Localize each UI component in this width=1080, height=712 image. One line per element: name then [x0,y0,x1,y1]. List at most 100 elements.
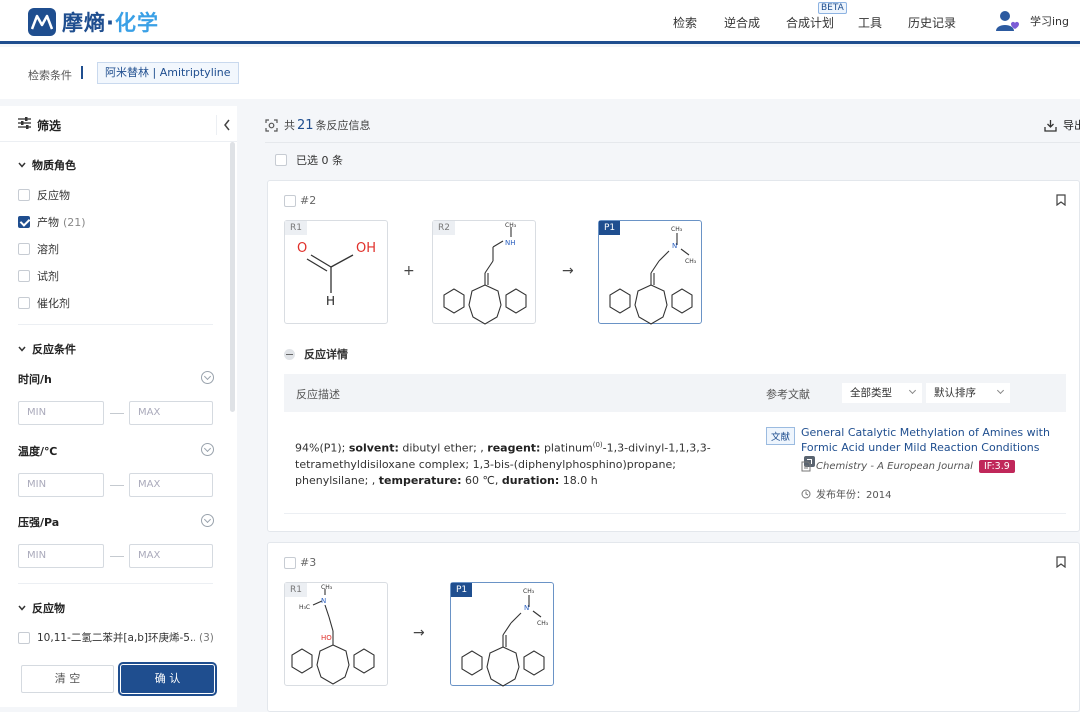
role-option-solvent[interactable]: 溶剂 [18,241,59,257]
checkbox[interactable] [18,270,30,282]
checkbox[interactable] [18,189,30,201]
temperature-min-input[interactable]: MIN [18,473,104,497]
reaction-checkbox[interactable] [284,194,296,207]
product-molecule-card[interactable]: P1 N CH₃ CH₃ [450,582,554,687]
molecule-card[interactable]: R1 O OH H [284,220,388,324]
plus-sign: + [403,263,415,279]
nav-history[interactable]: 历史记录 [908,14,956,31]
structure-drawing: N CH₃ CH₃ [461,588,549,687]
condition-section-header[interactable]: 反应条件 [18,341,76,357]
select-all-checkbox[interactable] [275,154,287,166]
chevron-down-icon [908,386,917,395]
svg-text:N: N [672,242,677,250]
nav-retrosynthesis[interactable]: 逆合成 [724,14,760,31]
brand-mark-icon [28,8,56,36]
svg-text:N: N [524,604,529,612]
reaction-checkbox[interactable] [284,556,296,569]
structure-drawing: NH CH₃ [443,222,527,325]
pressure-expand-icon[interactable] [201,514,214,527]
checkbox-checked[interactable] [18,216,30,228]
range-dash [110,485,124,486]
sort-select[interactable]: 默认排序 [926,383,1010,403]
download-icon [1044,119,1057,132]
reaction-description: 94%(P1); solvent: dibutyl ether; , reage… [295,441,711,487]
nav-synthesis-plan[interactable]: 合成计划 [786,14,834,31]
reaction-details-toggle[interactable]: 反应详情 [284,346,348,362]
publish-year: 发布年份：2014 [816,490,892,501]
selected-count: 已选 0 条 [296,154,343,167]
sidebar-scrollbar[interactable] [230,142,235,412]
role-option-reagent[interactable]: 试剂 [18,268,59,284]
pressure-min-input[interactable]: MIN [18,544,104,568]
molecule-card[interactable]: R1 N CH₃ H₃C HO [284,582,388,686]
product-molecule-card[interactable]: P1 N CH₃ CH₃ [598,220,702,325]
clock-icon [801,489,811,498]
export-button[interactable]: 导出 [1044,117,1080,133]
reactant-section-header[interactable]: 反应物 [18,600,65,616]
confirm-button[interactable]: 确 认 [118,662,217,696]
nav-search[interactable]: 检索 [673,14,697,31]
svg-text:O: O [297,241,307,256]
chevron-down-icon [18,346,26,352]
brand-logo[interactable]: 摩熵·化学 [28,7,159,37]
scan-icon [265,118,278,132]
role-option-label: 溶剂 [37,243,59,256]
criteria-tag[interactable]: 阿米替林 | Amitriptyline [97,62,239,84]
brand-name: 摩熵 [62,11,106,35]
checkbox[interactable] [18,243,30,255]
impact-factor-badge: IF:3.9 [978,460,1015,473]
user-menu[interactable]: 学习ing [994,9,1069,33]
collapse-sidebar-button[interactable] [216,115,236,135]
reactant-option[interactable]: 10,11-二氢二苯并[a,b]环庚烯-5... (3) [18,630,218,645]
role-option-reactant[interactable]: 反应物 [18,187,70,203]
collapse-icon [284,348,295,360]
svg-text:H: H [326,294,335,308]
svg-text:CH₃: CH₃ [537,620,549,627]
temperature-max-input[interactable]: MAX [129,473,213,497]
checkbox[interactable] [18,297,30,309]
molecule-tag: R1 [285,583,307,597]
beta-badge: BETA [818,2,847,14]
journal-name: Chemistry - A European Journal [816,461,973,472]
type-filter-select[interactable]: 全部类型 [842,383,922,403]
time-expand-icon[interactable] [201,371,214,384]
svg-text:CH₃: CH₃ [505,222,517,229]
bookmark-icon[interactable] [1056,556,1066,568]
details-label: 反应详情 [304,348,348,361]
time-max-input[interactable]: MAX [129,401,213,425]
role-section-title: 物质角色 [32,159,76,172]
chevron-down-icon [18,162,26,168]
checkbox[interactable] [18,631,30,644]
reaction-card: #2 R1 O OH H + R2 NH CH₃ → P1 N CH₃ CH₃ … [267,180,1080,532]
condition-section-title: 反应条件 [32,343,76,356]
time-label: 时间/h [18,373,52,386]
temperature-expand-icon[interactable] [201,443,214,456]
molecule-tag: P1 [599,221,621,235]
range-dash [110,556,124,557]
journal-row: Chemistry - A European Journal IF:3.9 [801,460,1015,473]
avatar-icon [996,11,1019,31]
reaction-arrow: → [562,263,574,279]
select-all-row[interactable]: 已选 0 条 [275,152,343,168]
criteria-divider [81,66,83,79]
role-option-product[interactable]: 产物 (21) [18,214,86,230]
time-min-input[interactable]: MIN [18,401,104,425]
details-header: 反应描述 参考文献 全部类型 默认排序 [284,374,1066,412]
pressure-max-input[interactable]: MAX [129,544,213,568]
role-section-header[interactable]: 物质角色 [18,157,76,173]
filter-title: 筛选 [37,119,62,133]
svg-text:CH₃: CH₃ [671,226,683,233]
molecule-card[interactable]: R2 NH CH₃ [432,220,536,325]
nav-tools[interactable]: 工具 [858,14,882,31]
reactant-section-title: 反应物 [32,602,65,615]
svg-text:H₃C: H₃C [299,604,310,611]
reactant-option-label: 10,11-二氢二苯并[a,b]环庚烯-5... [37,632,195,644]
top-header: 摩熵·化学 检索 逆合成 合成计划 BETA 工具 历史记录 学习ing [0,0,1080,44]
divider [265,142,1080,143]
reference-header: 参考文献 [766,388,810,401]
role-option-catalyst[interactable]: 催化剂 [18,295,70,311]
clear-button[interactable]: 清 空 [21,665,114,693]
count-prefix: 共 [284,119,295,132]
result-count: 共 21 条反应信息 [265,117,371,133]
bookmark-icon[interactable] [1056,194,1066,206]
